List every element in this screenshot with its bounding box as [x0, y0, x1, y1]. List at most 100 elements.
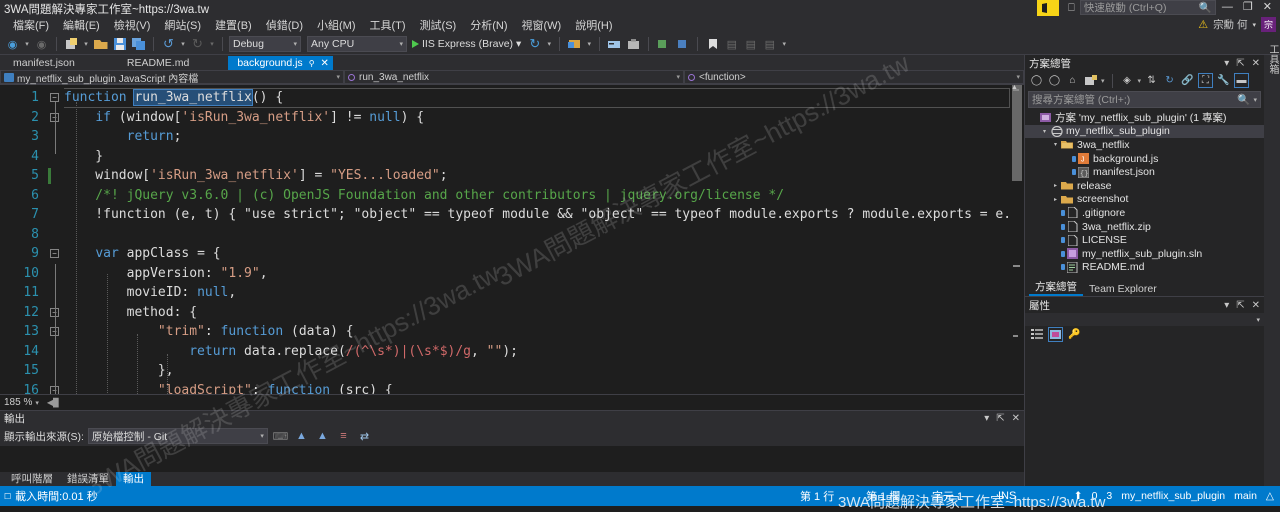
notifications-icon[interactable]: △ — [1266, 490, 1274, 502]
pin-icon[interactable]: ⇱ — [1236, 300, 1244, 311]
browser-preview-icon[interactable] — [566, 36, 583, 53]
menu-item-build[interactable]: 建置(B) — [208, 18, 259, 34]
tab-error-list[interactable]: 錯誤清單 — [60, 472, 116, 486]
pin-icon[interactable]: ⇱ — [1236, 58, 1244, 69]
chevron-down-icon[interactable]: ▾ — [545, 40, 553, 48]
code-editor[interactable]: 123456789101112131415161718 −−−−−−− func… — [0, 85, 1024, 394]
properties-object-selector[interactable]: ▾ — [1025, 313, 1264, 326]
tab-manifest-json[interactable]: manifest.json — [4, 56, 84, 70]
toggle-autoscroll-icon[interactable]: ⇄ — [356, 428, 373, 445]
chevron-right-icon[interactable]: ▸ — [1050, 196, 1061, 203]
minimize-button[interactable]: — — [1222, 0, 1233, 14]
menu-item-edit[interactable]: 編輯(E) — [56, 18, 107, 34]
chevron-down-icon[interactable]: ▾ — [516, 38, 521, 50]
scrollbar-thumb[interactable] — [1012, 85, 1022, 181]
properties-icon[interactable]: 🔧 — [1216, 73, 1231, 88]
restore-button[interactable]: ❐ — [1243, 0, 1253, 14]
find-message-icon[interactable]: ⌨ — [272, 428, 289, 445]
code-line[interactable]: appVersion: "1.9", — [64, 264, 1010, 284]
tree-item[interactable]: 3wa_netflix.zip — [1025, 220, 1264, 234]
code-line[interactable]: } — [64, 147, 1010, 167]
toolbox-icon[interactable] — [625, 36, 642, 53]
chevron-down-icon[interactable]: ▾ — [1050, 141, 1061, 148]
scroll-up-icon[interactable]: ▲ — [1011, 85, 1018, 91]
navbar-file-scope-dropdown[interactable]: my_netflix_sub_plugin JavaScript 內容檔 ▾ — [0, 70, 344, 84]
undo-icon[interactable]: ↺ — [160, 36, 177, 53]
pending-changes-filter-icon[interactable] — [1083, 73, 1098, 88]
menu-item-analyze[interactable]: 分析(N) — [463, 18, 514, 34]
categorized-view-icon[interactable] — [1029, 327, 1044, 342]
close-icon[interactable]: ✕ — [1252, 58, 1260, 69]
tree-item[interactable]: 方案 'my_netflix_sub_plugin' (1 專案) — [1025, 111, 1264, 125]
code-line[interactable]: movieID: null, — [64, 283, 1010, 303]
menu-item-help[interactable]: 說明(H) — [568, 18, 619, 34]
code-line[interactable] — [64, 225, 1010, 245]
toolbox-vertical-tab[interactable]: 工具箱 — [1264, 44, 1280, 74]
prev-bookmark-icon[interactable]: ▤ — [742, 36, 759, 53]
tab-background-js[interactable]: background.js ⚲ ✕ — [228, 56, 333, 70]
bookmark-icon[interactable] — [704, 36, 721, 53]
tree-item[interactable]: Jbackground.js — [1025, 152, 1264, 166]
publish-icon[interactable]: ⬆ — [1074, 490, 1083, 502]
refresh-icon[interactable]: ↻ — [526, 36, 543, 53]
code-line[interactable]: !function (e, t) { "use strict"; "object… — [64, 205, 1010, 225]
code-text-area[interactable]: function run_3wa_netflix() { if (window[… — [64, 85, 1010, 394]
tree-item[interactable]: ▸screenshot — [1025, 193, 1264, 207]
menu-item-view[interactable]: 檢視(V) — [107, 18, 158, 34]
code-line[interactable]: method: { — [64, 303, 1010, 323]
navigate-forward-icon[interactable]: ◯ — [1047, 73, 1062, 88]
chevron-down-icon[interactable]: ▾ — [179, 40, 187, 48]
collapse-icon[interactable]: − — [50, 93, 59, 102]
chevron-down-icon[interactable]: ▾ — [82, 40, 90, 48]
chevron-down-icon[interactable]: ▾ — [1138, 77, 1142, 85]
clear-bookmarks-icon[interactable]: ▤ — [761, 36, 778, 53]
warning-count[interactable]: 3 — [1106, 490, 1112, 502]
tree-item[interactable]: {}manifest.json — [1025, 165, 1264, 179]
pin-icon[interactable]: ⚲ — [309, 59, 315, 68]
quick-launch-input[interactable]: 快速啟動 (Ctrl+Q) 🔍 — [1080, 0, 1216, 15]
navigate-backward-icon[interactable]: ◉ — [4, 36, 21, 53]
tree-item[interactable]: my_netflix_sub_plugin.sln — [1025, 247, 1264, 261]
menu-item-file[interactable]: 檔案(F) — [6, 18, 56, 34]
code-line[interactable]: "loadScript": function (src) { — [64, 381, 1010, 395]
tree-item[interactable]: README.md — [1025, 261, 1264, 275]
solution-platform-dropdown[interactable]: Any CPU ▾ — [307, 36, 407, 52]
next-bookmark-icon[interactable]: ▤ — [723, 36, 740, 53]
code-line[interactable]: return; — [64, 127, 1010, 147]
close-icon[interactable]: ✕ — [321, 58, 329, 69]
toggle-word-wrap-icon[interactable]: ≡ — [335, 428, 352, 445]
new-project-icon[interactable] — [63, 36, 80, 53]
properties-grid[interactable] — [1025, 343, 1264, 486]
menu-item-website[interactable]: 網站(S) — [157, 18, 208, 34]
output-source-dropdown[interactable]: 原始檔控制 - Git ▾ — [88, 428, 268, 444]
close-button[interactable]: ✕ — [1263, 0, 1272, 14]
editor-vertical-scrollbar[interactable]: ▲ — [1010, 85, 1024, 394]
output-text-area[interactable] — [0, 446, 1024, 472]
repository-name[interactable]: my_netflix_sub_plugin — [1121, 490, 1225, 502]
code-line[interactable]: function run_3wa_netflix() { — [64, 88, 1010, 108]
tab-team-explorer[interactable]: Team Explorer — [1083, 283, 1163, 296]
find-in-files-icon[interactable] — [606, 36, 623, 53]
menu-item-team[interactable]: 小組(M) — [310, 18, 363, 34]
navigate-backward-icon[interactable]: ◯ — [1029, 73, 1044, 88]
save-icon[interactable] — [111, 36, 128, 53]
horizontal-scroll-left-icon[interactable]: ◀█ — [47, 398, 59, 407]
fold-margin[interactable]: −−−−−−− — [46, 85, 64, 394]
zoom-level-dropdown[interactable]: 185 % ▾ — [0, 397, 39, 408]
show-all-files-icon[interactable]: ◈ — [1120, 73, 1135, 88]
menu-item-tools[interactable]: 工具(T) — [363, 18, 413, 34]
menu-item-test[interactable]: 測試(S) — [413, 18, 464, 34]
chevron-down-icon[interactable]: ▾ — [208, 40, 216, 48]
collapse-all-icon[interactable]: ⇅ — [1144, 73, 1159, 88]
save-all-icon[interactable] — [130, 36, 147, 53]
tree-item[interactable]: ▾my_netflix_sub_plugin — [1025, 125, 1264, 139]
view-code-icon[interactable]: 🔗 — [1180, 73, 1195, 88]
chevron-down-icon[interactable]: ▾ — [1101, 77, 1105, 85]
code-line[interactable]: window['isRun_3wa_netflix'] = "YES...loa… — [64, 166, 1010, 186]
chevron-down-icon[interactable]: ▾ — [1250, 96, 1257, 104]
chevron-down-icon[interactable]: ▾ — [1224, 58, 1229, 69]
open-file-icon[interactable] — [92, 36, 109, 53]
preview-selected-items-icon[interactable]: ⛶ — [1198, 73, 1213, 88]
tab-solution-explorer[interactable]: 方案總管 — [1029, 281, 1083, 296]
chevron-right-icon[interactable]: ▸ — [1050, 182, 1061, 189]
